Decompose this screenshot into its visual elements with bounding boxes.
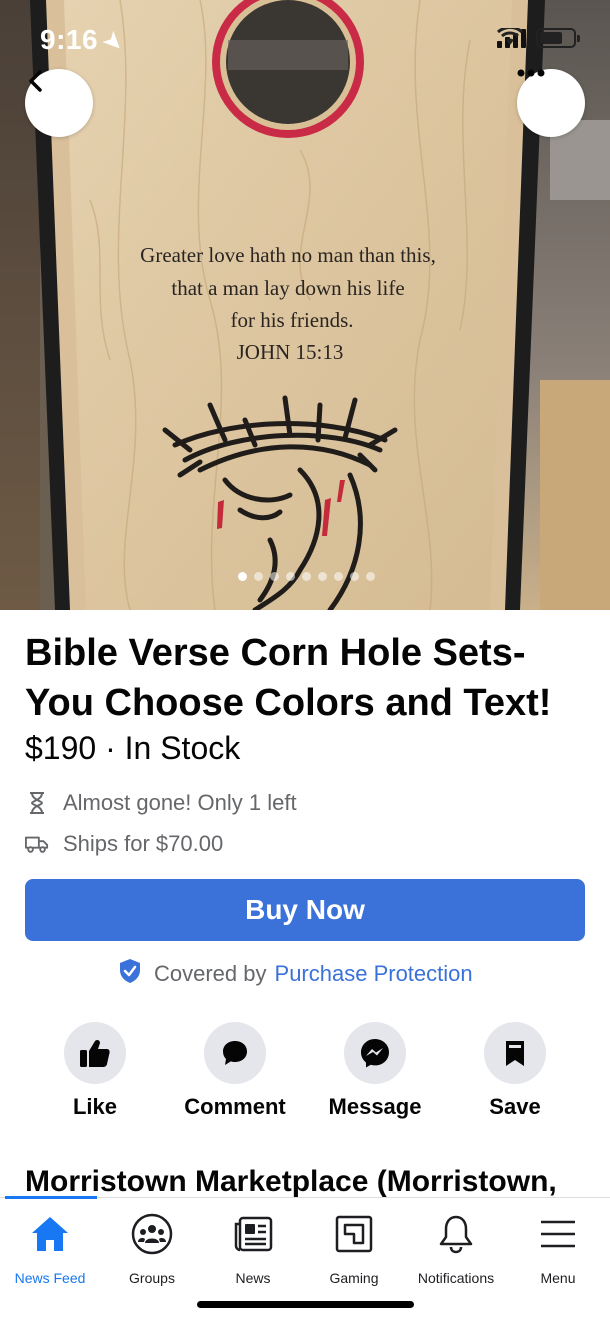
- location-arrow-icon: ➤: [98, 26, 130, 58]
- wifi-icon: [497, 28, 523, 45]
- tab-notifications[interactable]: Notifications: [401, 1212, 511, 1286]
- like-label: Like: [72, 1094, 118, 1119]
- page-dot[interactable]: [334, 572, 343, 581]
- shield-check-icon: [118, 958, 142, 990]
- shipping-text: Ships for $70.00: [63, 831, 224, 856]
- more-options-button[interactable]: [517, 69, 585, 137]
- listing-title-line-1: Bible Verse Corn Hole Sets-: [25, 632, 526, 674]
- availability-text: Almost gone! Only 1 left: [63, 790, 297, 815]
- home-indicator[interactable]: [197, 1301, 414, 1308]
- hourglass-icon: [25, 791, 49, 815]
- comment-icon: [223, 1041, 247, 1065]
- message-button[interactable]: Message: [300, 1022, 450, 1120]
- gaming-icon: [332, 1212, 376, 1256]
- tab-news[interactable]: News: [198, 1212, 308, 1286]
- verse-line-2: that a man lay down his life: [171, 276, 404, 300]
- status-time: 9:16➤: [40, 24, 129, 57]
- listing-title-line-2: You Choose Colors and Text!: [25, 682, 552, 724]
- back-button[interactable]: [25, 69, 93, 137]
- like-button[interactable]: Like: [20, 1022, 170, 1120]
- page-dot[interactable]: [238, 572, 247, 581]
- message-label: Message: [328, 1094, 422, 1119]
- page-dot[interactable]: [350, 572, 359, 581]
- verse-line-3: for his friends.: [230, 308, 353, 332]
- menu-icon: [536, 1212, 580, 1256]
- save-button[interactable]: Save: [440, 1022, 590, 1120]
- page-dot[interactable]: [270, 572, 279, 581]
- page-dot[interactable]: [254, 572, 263, 581]
- comment-button[interactable]: Comment: [160, 1022, 310, 1120]
- bookmark-icon: [506, 1041, 524, 1066]
- purchase-protection-row: Covered by Purchase Protection: [118, 958, 473, 990]
- listing-photo[interactable]: Greater love hath no man than this, that…: [0, 0, 610, 610]
- tab-label-notifications: Notifications: [417, 1270, 495, 1286]
- tab-label-menu: Menu: [540, 1270, 576, 1286]
- listing-price: $190 · In Stock: [25, 730, 241, 766]
- purchase-protection-link[interactable]: Purchase Protection: [275, 961, 473, 987]
- verse-line-4: JOHN 15:13: [237, 340, 344, 364]
- messenger-icon: [361, 1039, 389, 1068]
- time-text: 9:16: [40, 24, 99, 55]
- active-tab-indicator: [5, 1196, 97, 1199]
- protection-prefix: Covered by: [154, 961, 267, 986]
- page-dot[interactable]: [286, 572, 295, 581]
- more-horizontal-icon: [517, 69, 545, 77]
- news-icon: [231, 1212, 275, 1256]
- battery-icon: [536, 28, 580, 48]
- home-icon: [28, 1212, 72, 1256]
- tab-label-gaming: Gaming: [329, 1270, 379, 1286]
- tab-gaming[interactable]: Gaming: [299, 1212, 409, 1286]
- photo-pagination-dots[interactable]: [238, 572, 375, 581]
- thumbs-up-icon: [80, 1039, 110, 1067]
- availability-row: Almost gone! Only 1 left: [25, 790, 297, 816]
- message-bubble: [344, 1022, 406, 1084]
- tab-menu[interactable]: Menu: [503, 1212, 610, 1286]
- groups-icon: [130, 1212, 174, 1256]
- bell-icon: [434, 1212, 478, 1256]
- comment-label: Comment: [184, 1094, 286, 1119]
- chevron-left-icon: [29, 70, 42, 92]
- save-label: Save: [489, 1094, 541, 1119]
- tab-news-feed[interactable]: News Feed: [0, 1212, 105, 1286]
- shipping-row: Ships for $70.00: [25, 831, 223, 857]
- status-bar: 9:16➤: [0, 0, 610, 70]
- page-dot[interactable]: [302, 572, 311, 581]
- status-icons: [497, 28, 580, 48]
- page-dot[interactable]: [366, 572, 375, 581]
- buy-now-button[interactable]: Buy Now: [25, 879, 585, 941]
- page-dot[interactable]: [318, 572, 327, 581]
- listing-title: Bible Verse Corn Hole Sets- You Choose C…: [25, 628, 590, 728]
- tab-label-news: News: [235, 1270, 271, 1286]
- tab-groups[interactable]: Groups: [97, 1212, 207, 1286]
- like-bubble: [64, 1022, 126, 1084]
- tab-label-groups: Groups: [129, 1270, 175, 1286]
- tab-label-news-feed: News Feed: [14, 1270, 86, 1286]
- verse-line-1: Greater love hath no man than this,: [140, 243, 436, 267]
- save-bubble: [484, 1022, 546, 1084]
- comment-bubble: [204, 1022, 266, 1084]
- seller-name[interactable]: Morristown Marketplace (Morristown,: [25, 1165, 585, 1199]
- action-buttons-row: Like Comment Message Save: [0, 1022, 610, 1122]
- truck-icon: [25, 832, 49, 856]
